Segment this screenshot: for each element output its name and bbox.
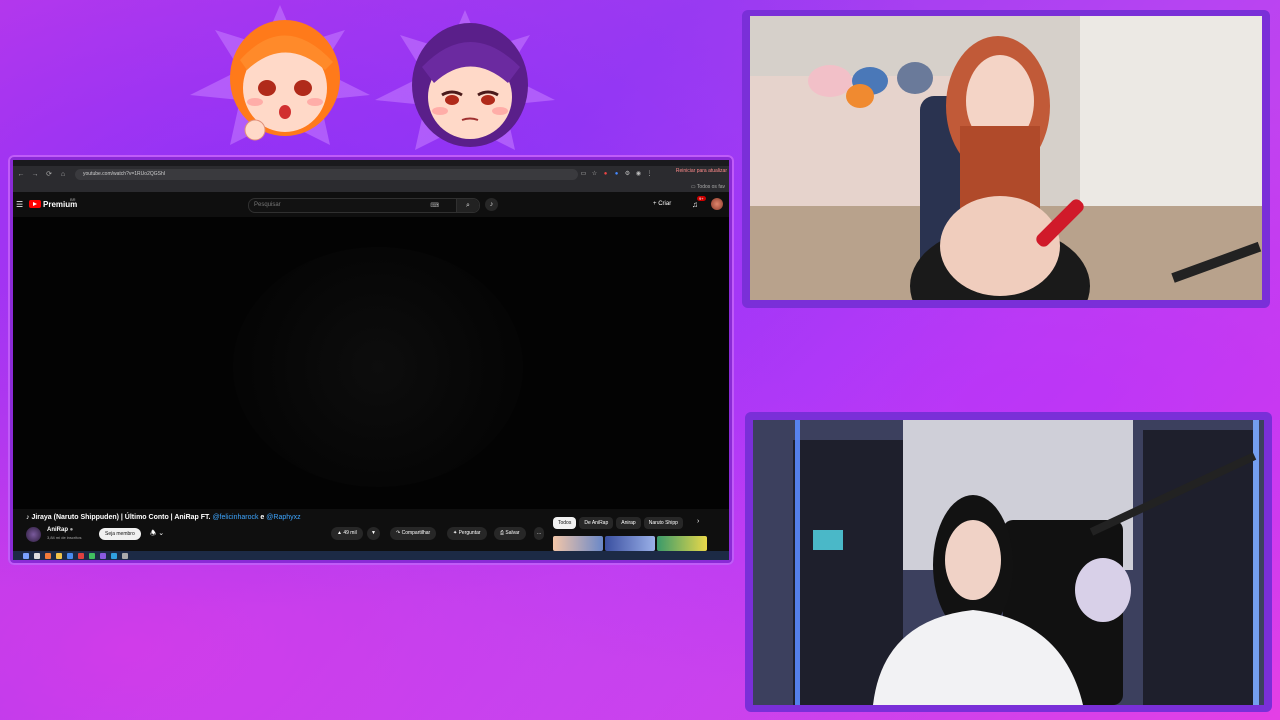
recommended-thumbnails — [553, 536, 707, 551]
like-icon: ▲ — [337, 530, 342, 536]
back-icon[interactable]: ← — [15, 171, 27, 178]
more-actions-button[interactable]: ... — [534, 527, 545, 540]
app-icon[interactable] — [122, 552, 128, 559]
webcam-scene-bedroom — [750, 16, 1262, 300]
like-count: 49 mil — [343, 530, 357, 536]
create-button[interactable]: + Criar — [653, 201, 671, 207]
video-title: ♪ Jiraya (Naruto Shippuden) | Último Con… — [26, 514, 301, 521]
save-button[interactable]: ⎙ Salvar — [494, 527, 526, 540]
browser-icon[interactable] — [67, 552, 73, 559]
channel-name-text: AniRap — [47, 527, 68, 533]
notification-count-badge: 9+ — [697, 196, 706, 201]
keyboard-icon[interactable]: ⌨ — [430, 202, 439, 209]
address-bar: ← → ⟳ ⌂ youtube.com/watch?v=1RUo2QGShI ▭… — [13, 166, 729, 182]
channel-avatar[interactable] — [26, 527, 41, 542]
subscribe-bell-button[interactable]: 🕭 ⌄ — [150, 529, 164, 540]
extensions-puzzle-icon[interactable]: ⚙ — [622, 169, 633, 180]
menu-icon[interactable]: ☰ — [16, 200, 23, 209]
search-box[interactable]: Pesquisar ⌨ ⌕ — [248, 198, 480, 213]
search-input[interactable]: Pesquisar — [254, 202, 281, 208]
notifications-bell-icon[interactable]: ♫ — [692, 200, 698, 209]
join-button[interactable]: Seja membro — [99, 528, 141, 540]
home-icon[interactable]: ⌂ — [57, 171, 69, 178]
channel-name[interactable]: AniRap ● — [47, 527, 73, 533]
video-frame-dark — [233, 247, 523, 487]
app-icon[interactable] — [89, 552, 95, 559]
avatar[interactable] — [711, 198, 723, 210]
dislike-icon: ▼ — [371, 530, 376, 536]
share-icon: ↷ — [396, 530, 401, 536]
ask-button[interactable]: ✦ Perguntar — [447, 527, 487, 540]
youtube-header: ☰ Premium BR Pesquisar ⌨ ⌕ ♪ + Criar ♫ 9… — [13, 192, 729, 217]
all-bookmarks-button[interactable]: ▭ Todos os fav — [691, 184, 725, 190]
ask-icon: ✦ — [453, 530, 458, 536]
plus-icon: + — [653, 201, 657, 207]
menu-dots-icon[interactable]: ⋮ — [644, 169, 655, 180]
webcam-feed-gaming-room — [753, 420, 1264, 705]
extension-icon[interactable]: ● — [611, 169, 622, 180]
all-bookmarks-label: Todos os fav — [696, 184, 725, 190]
create-label: Criar — [658, 201, 672, 207]
share-label: Compartilhar — [401, 530, 431, 536]
chevron-right-icon[interactable]: › — [697, 518, 699, 525]
video-info: ♪ Jiraya (Naruto Shippuden) | Último Con… — [13, 509, 729, 551]
chevron-down-icon: ⌄ — [158, 530, 165, 537]
chip-anirap[interactable]: Anirap — [616, 517, 641, 529]
subscriber-count: 3,84 mi de inscritos — [47, 535, 82, 540]
like-button[interactable]: ▲ 49 mil — [331, 527, 363, 540]
url-field[interactable]: youtube.com/watch?v=1RUo2QGShI — [75, 168, 578, 180]
video-title-text: ♪ Jiraya (Naruto Shippuden) | Último Con… — [26, 514, 211, 521]
profile-icon[interactable]: ◉ — [633, 169, 644, 180]
chip-all[interactable]: Todos — [553, 517, 577, 529]
app-icon[interactable] — [45, 552, 51, 559]
video-thumbnail[interactable] — [605, 536, 655, 551]
video-thumbnail[interactable] — [553, 536, 603, 551]
taskview-icon[interactable] — [34, 552, 40, 559]
app-icon[interactable] — [100, 552, 106, 559]
browser-window: ← → ⟳ ⌂ youtube.com/watch?v=1RUo2QGShI ▭… — [13, 160, 729, 560]
app-icon[interactable] — [78, 552, 84, 559]
os-taskbar — [13, 551, 729, 560]
youtube-logo-icon[interactable] — [29, 200, 41, 208]
chip-naruto[interactable]: Naruto Shipp — [643, 517, 683, 529]
video-thumbnail[interactable] — [657, 536, 707, 551]
verified-icon: ● — [69, 527, 74, 533]
chip-from-channel[interactable]: De AniRap — [579, 517, 614, 529]
recommendation-chips: Todos De AniRap Anirap Naruto Shipp — [553, 517, 683, 529]
share-button[interactable]: ↷ Compartilhar — [390, 527, 437, 540]
install-app-icon[interactable]: ▭ — [578, 169, 589, 180]
save-label: Salvar — [505, 530, 520, 536]
mic-icon[interactable]: ♪ — [485, 198, 498, 211]
webcam-feed-bedroom — [750, 16, 1262, 300]
dislike-button[interactable]: ▼ — [367, 527, 380, 540]
save-icon: ⎙ — [500, 530, 505, 536]
webcam-scene-gaming-room — [753, 420, 1264, 705]
app-icon[interactable] — [111, 552, 117, 559]
webcam-frame-bottom — [745, 412, 1272, 712]
bookmark-star-icon[interactable]: ☆ — [589, 169, 600, 180]
orange-hair-mascot-sticker — [190, 5, 370, 145]
video-player[interactable] — [13, 217, 729, 509]
mention-joiner: e — [260, 514, 265, 521]
restart-to-update-button[interactable]: Reiniciar para atualizar — [676, 168, 727, 174]
region-code: BR — [70, 197, 76, 202]
ask-label: Perguntar — [458, 530, 481, 536]
browser-capture-frame: ← → ⟳ ⌂ youtube.com/watch?v=1RUo2QGShI ▭… — [8, 155, 734, 565]
purple-hair-mascot-sticker — [375, 10, 555, 150]
webcam-frame-top — [742, 10, 1270, 308]
search-icon[interactable] — [23, 552, 29, 559]
extension-icon[interactable]: ● — [600, 169, 611, 180]
mention-link[interactable]: @Raphyxz — [266, 514, 300, 521]
forward-icon[interactable]: → — [29, 171, 41, 178]
mention-link[interactable]: @felicinharock — [212, 514, 258, 521]
bookmarks-bar: ▭ Todos os fav — [13, 182, 729, 192]
search-icon[interactable]: ⌕ — [456, 199, 479, 212]
reload-icon[interactable]: ⟳ — [43, 170, 55, 178]
folder-icon[interactable] — [56, 552, 62, 559]
